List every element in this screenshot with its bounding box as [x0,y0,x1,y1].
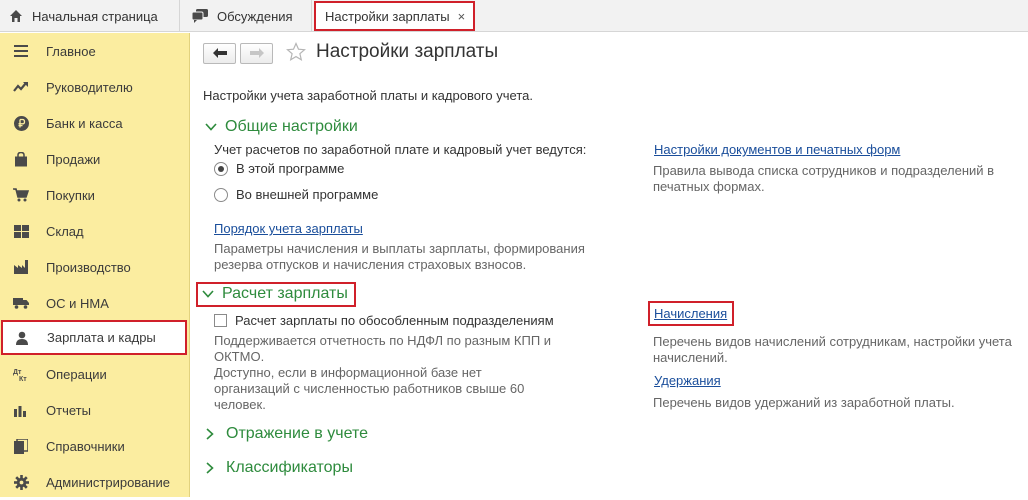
docs-settings-desc-line1: Правила вывода списка сотрудников и подр… [653,163,995,178]
docs-settings-link[interactable]: Настройки документов и печатных форм [654,142,900,157]
deductions-link[interactable]: Удержания [654,373,721,388]
content-area: Настройки зарплаты Настройки учета зараб… [191,33,1028,497]
svg-text:Кт: Кт [19,376,27,381]
chevron-right-icon [206,428,218,440]
sidebar-item-label: ОС и НМА [46,295,109,311]
favorite-star-icon[interactable] [286,42,306,62]
checkbox-label: Расчет зарплаты по обособленным подразде… [235,313,554,328]
cart-icon [13,187,29,203]
tab-discussions-label: Обсуждения [217,8,293,24]
truck-icon [13,295,29,311]
sidebar-item-label: Покупки [46,187,95,203]
group-payroll-calc[interactable]: Расчет зарплаты [196,282,356,307]
close-icon[interactable]: × [458,9,466,24]
ruble-coin-icon [13,115,29,131]
radio-external-program[interactable]: Во внешней программе [214,187,378,202]
shopping-bag-icon [13,151,29,167]
tab-home-label: Начальная страница [32,8,158,24]
payroll-order-desc-line1: Параметры начисления и выплаты зарплаты,… [214,241,585,256]
accruals-link-label: Начисления [654,306,728,321]
deductions-desc: Перечень видов удержаний из заработной п… [653,395,955,410]
tab-home[interactable]: Начальная страница [0,0,180,32]
arrow-left-icon [212,46,227,61]
sidebar-item-main[interactable]: Главное [0,33,190,69]
bar-chart-icon [13,402,29,418]
sidebar-item-warehouse[interactable]: Склад [0,213,190,249]
chevron-right-icon [206,462,218,474]
factory-icon [13,259,29,275]
sidebar-item-label: Главное [46,43,96,59]
sidebar-item-label: Администрирование [46,474,170,490]
payroll-note-line4: организаций с численностью работников св… [214,381,525,396]
radio-label: В этой программе [236,161,345,176]
gear-icon [13,474,29,490]
sidebar-item-label: Руководителю [46,79,133,95]
sidebar-item-payroll-hr[interactable]: Зарплата и кадры [1,320,187,355]
debit-credit-icon: Дт Кт [13,366,29,382]
sidebar-item-fixed-assets[interactable]: ОС и НМА [0,285,190,321]
trend-icon [13,79,29,95]
sidebar-item-production[interactable]: Производство [0,249,190,285]
sidebar: Главное Руководителю Банк и касса Продаж… [0,33,190,497]
sidebar-item-label: Банк и касса [46,115,123,131]
sidebar-item-reports[interactable]: Отчеты [0,392,190,428]
home-icon [9,9,23,23]
radio-button-checked [214,161,228,176]
sidebar-item-bank[interactable]: Банк и касса [0,105,190,141]
accounting-question: Учет расчетов по заработной плате и кадр… [214,142,587,157]
back-button[interactable] [203,43,236,64]
speech-bubbles-icon [192,9,208,23]
tab-payroll-settings[interactable]: Настройки зарплаты × [314,1,475,31]
tab-bar: Начальная страница Обсуждения Настройки … [0,0,1028,32]
sidebar-item-operations[interactable]: Дт Кт Операции [0,356,190,392]
docs-settings-desc-line2: печатных формах. [653,179,765,194]
tab-discussions[interactable]: Обсуждения [181,0,312,32]
payroll-order-link[interactable]: Порядок учета зарплаты [214,221,363,236]
tab-payroll-settings-label: Настройки зарплаты [325,8,450,24]
menu-icon [13,43,29,59]
page-description: Настройки учета заработной платы и кадро… [203,88,533,103]
chevron-down-icon [205,121,217,133]
sidebar-item-label: Операции [46,366,107,382]
sidebar-item-admin[interactable]: Администрирование [0,464,190,500]
chevron-down-icon [202,288,214,300]
sidebar-item-sales[interactable]: Продажи [0,141,190,177]
arrow-right-icon [249,46,264,61]
group-classifiers[interactable]: Классификаторы [206,459,353,477]
radio-this-program[interactable]: В этой программе [214,161,344,176]
person-icon [14,330,30,346]
sidebar-item-label: Производство [46,259,131,275]
radio-button-unchecked [214,187,228,202]
sidebar-item-manager[interactable]: Руководителю [0,69,190,105]
sidebar-item-directories[interactable]: Справочники [0,428,190,464]
group-accounting-reflection[interactable]: Отражение в учете [206,425,368,443]
book-icon [13,438,29,454]
accruals-desc-line2: начислений. [653,350,728,365]
sidebar-item-label: Справочники [46,438,125,454]
radio-label: Во внешней программе [236,187,379,202]
svg-text:Дт: Дт [13,369,22,376]
payroll-note-line1: Поддерживается отчетность по НДФЛ по раз… [214,333,552,348]
accruals-link[interactable]: Начисления [648,301,735,326]
sidebar-item-label: Отчеты [46,402,91,418]
sidebar-item-purchases[interactable]: Покупки [0,177,190,213]
group-general-settings[interactable]: Общие настройки [205,118,358,136]
group-accounting-reflection-label: Отражение в учете [226,425,368,442]
checkbox-unchecked [214,314,227,327]
payroll-note-line5: человек. [214,397,266,412]
sidebar-item-label: Продажи [46,151,101,167]
group-payroll-calc-label: Расчет зарплаты [222,285,348,302]
sidebar-item-label: Склад [46,223,84,239]
group-classifiers-label: Классификаторы [226,459,353,476]
accruals-desc-line1: Перечень видов начислений сотрудникам, н… [653,334,1012,349]
warehouse-grid-icon [13,223,29,239]
payroll-order-desc-line2: резерва отпусков и начисления страховых … [214,257,527,272]
forward-button[interactable] [240,43,273,64]
page-title: Настройки зарплаты [316,41,499,62]
group-general-settings-label: Общие настройки [225,118,358,135]
sidebar-item-label: Зарплата и кадры [47,330,156,345]
separate-divisions-checkbox[interactable]: Расчет зарплаты по обособленным подразде… [214,313,554,328]
payroll-note-line2: ОКТМО. [214,349,265,364]
payroll-note-line3: Доступно, если в информационной базе нет [214,365,482,380]
